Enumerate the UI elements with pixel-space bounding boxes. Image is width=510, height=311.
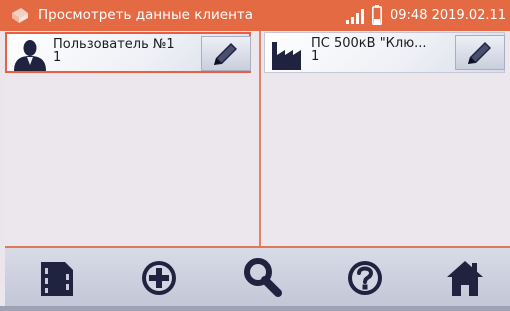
bottom-toolbar	[5, 248, 510, 306]
pencil-icon	[214, 43, 237, 65]
time: 09:48	[390, 8, 428, 23]
client-number: 1	[53, 50, 62, 65]
client-card-user-1[interactable]: Пользователь №1 1	[5, 32, 251, 73]
client-name: ПС 500кВ "Клю...	[311, 36, 427, 51]
help-icon	[348, 261, 382, 295]
edit-button[interactable]	[455, 35, 505, 70]
app-icon	[12, 8, 28, 23]
edit-button[interactable]	[201, 36, 251, 71]
signal-icon	[346, 9, 364, 24]
factory-icon	[272, 42, 301, 70]
column-divider	[259, 31, 261, 247]
search-button[interactable]	[241, 256, 285, 300]
page-title: Просмотреть данные клиента	[38, 7, 254, 23]
clock: 09:48 2019.02.11	[390, 7, 506, 24]
memory-card-icon	[41, 262, 73, 296]
person-icon	[14, 40, 46, 71]
status-bar: Просмотреть данные клиента 09:48 2019.02…	[0, 0, 510, 31]
client-card-substation[interactable]: ПС 500кВ "Клю... 1	[264, 32, 505, 73]
client-name: Пользователь №1	[53, 37, 175, 52]
battery-icon	[372, 5, 382, 25]
client-number: 1	[311, 49, 320, 64]
add-icon	[142, 261, 176, 295]
help-button[interactable]	[343, 256, 387, 300]
search-icon	[244, 258, 282, 297]
date: 2019.02.11	[431, 8, 507, 23]
add-button[interactable]	[137, 256, 181, 300]
bottom-edge	[0, 306, 510, 311]
home-icon	[447, 261, 483, 296]
memory-button[interactable]	[35, 256, 79, 300]
home-button[interactable]	[443, 256, 487, 300]
pencil-icon	[468, 42, 491, 64]
